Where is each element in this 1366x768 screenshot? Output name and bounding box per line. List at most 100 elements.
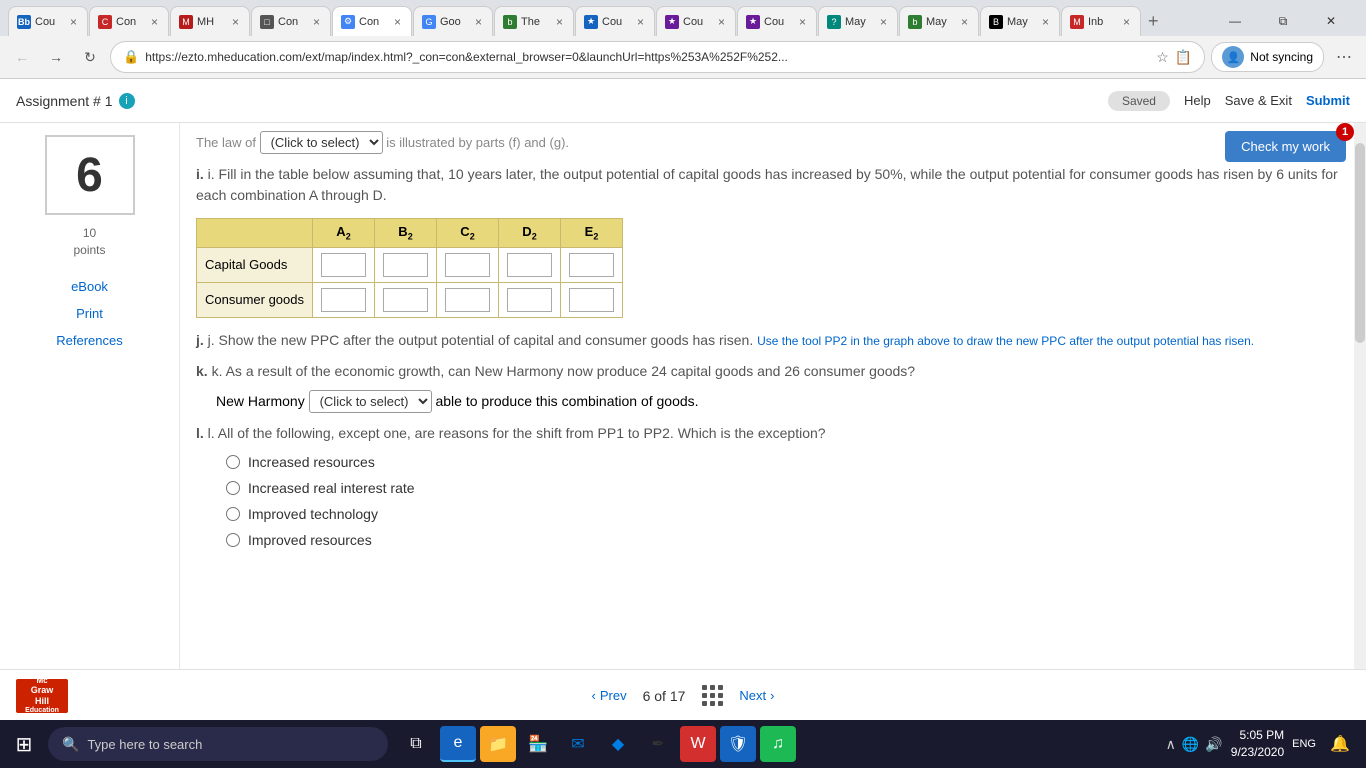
next-button[interactable]: Next ›: [739, 688, 774, 703]
part-k-content: k. As a result of the economic growth, c…: [212, 363, 916, 379]
prev-button[interactable]: ‹ Prev: [592, 688, 627, 703]
address-box[interactable]: 🔒 https://ezto.mheducation.com/ext/map/i…: [110, 41, 1205, 73]
task-view-button[interactable]: ⧉: [396, 724, 436, 764]
scrollbar-track[interactable]: [1354, 123, 1366, 669]
taskbar-search-bar[interactable]: 🔍 Type here to search: [48, 727, 388, 761]
tab-bb[interactable]: Bb Cou ×: [8, 6, 88, 36]
dropbox-taskbar-icon[interactable]: ◆: [600, 726, 636, 762]
security-taskbar-icon[interactable]: 🛡: [720, 726, 756, 762]
start-button[interactable]: ⊞: [0, 720, 48, 768]
edge-taskbar-icon[interactable]: e: [440, 726, 476, 762]
clock-date: 9/23/2020: [1231, 744, 1284, 761]
more-options-button[interactable]: ⋯: [1330, 43, 1358, 71]
back-button[interactable]: ←: [8, 43, 36, 71]
part-j-label: j.: [196, 332, 208, 348]
tab-mh[interactable]: M MH ×: [170, 6, 250, 36]
radio-input-1[interactable]: [226, 455, 240, 469]
input-con-c2[interactable]: [445, 288, 490, 312]
tab-close-con3[interactable]: ×: [392, 15, 403, 29]
radio-input-2[interactable]: [226, 481, 240, 495]
scrollbar-thumb[interactable]: [1355, 143, 1365, 343]
reload-button[interactable]: ↻: [76, 43, 104, 71]
info-icon[interactable]: i: [119, 93, 135, 109]
input-cap-e2[interactable]: [569, 253, 614, 277]
tab-close-may1[interactable]: ×: [878, 15, 889, 29]
tab-the[interactable]: b The ×: [494, 6, 574, 36]
tab-close-bb[interactable]: ×: [68, 15, 79, 29]
favorite-icon[interactable]: ☆: [1156, 49, 1169, 66]
tab-cou1[interactable]: ★ Cou ×: [575, 6, 655, 36]
maximize-button[interactable]: ⧉: [1260, 6, 1306, 36]
close-window-button[interactable]: ✕: [1308, 6, 1354, 36]
address-text: https://ezto.mheducation.com/ext/map/ind…: [145, 50, 1150, 64]
input-cap-d2[interactable]: [507, 253, 552, 277]
input-cap-b2[interactable]: [383, 253, 428, 277]
mail-icon: ✉: [571, 734, 584, 754]
app7-taskbar-icon[interactable]: ✒: [640, 726, 676, 762]
tab-close-con2[interactable]: ×: [311, 15, 322, 29]
system-clock[interactable]: 5:05 PM 9/23/2020: [1231, 727, 1284, 761]
help-button[interactable]: Help: [1184, 93, 1211, 108]
radio-item-3[interactable]: Improved technology: [226, 506, 1350, 522]
chevron-up-icon[interactable]: ∧: [1166, 736, 1176, 753]
input-con-a2[interactable]: [321, 288, 366, 312]
references-button[interactable]: References: [48, 329, 130, 352]
spotify-taskbar-icon[interactable]: ♫: [760, 726, 796, 762]
submit-button[interactable]: Submit: [1306, 93, 1350, 108]
input-cap-c2[interactable]: [445, 253, 490, 277]
table-cell-cap-d2: [499, 247, 561, 282]
tab-close-cou1[interactable]: ×: [635, 15, 646, 29]
prev-chevron: ‹: [592, 688, 596, 703]
check-work-button[interactable]: Check my work 1: [1225, 131, 1346, 162]
notification-button[interactable]: 🔔: [1324, 728, 1356, 760]
tab-close-may3[interactable]: ×: [1040, 15, 1051, 29]
file-explorer-taskbar-icon[interactable]: 📁: [480, 726, 516, 762]
tab-close-goo[interactable]: ×: [473, 15, 484, 29]
tab-con1[interactable]: C Con ×: [89, 6, 169, 36]
tab-close-cou2[interactable]: ×: [716, 15, 727, 29]
radio-input-3[interactable]: [226, 507, 240, 521]
radio-item-2[interactable]: Increased real interest rate: [226, 480, 1350, 496]
tab-close-may2[interactable]: ×: [959, 15, 970, 29]
tab-close-con1[interactable]: ×: [149, 15, 160, 29]
tab-close-mh[interactable]: ×: [230, 15, 241, 29]
table-cell-con-a2: [313, 282, 375, 317]
tab-cou2[interactable]: ★ Cou ×: [656, 6, 736, 36]
minimize-button[interactable]: —: [1212, 6, 1258, 36]
speaker-icon[interactable]: 🔊: [1205, 736, 1222, 753]
tab-may1[interactable]: ? May ×: [818, 6, 898, 36]
ebook-button[interactable]: eBook: [63, 275, 116, 298]
radio-item-1[interactable]: Increased resources: [226, 454, 1350, 470]
network-icon[interactable]: 🌐: [1182, 736, 1199, 753]
forward-button[interactable]: →: [42, 43, 70, 71]
tab-inb[interactable]: M Inb ×: [1061, 6, 1141, 36]
input-con-d2[interactable]: [507, 288, 552, 312]
radio-input-4[interactable]: [226, 533, 240, 547]
input-con-e2[interactable]: [569, 288, 614, 312]
tab-cou3[interactable]: ★ Cou ×: [737, 6, 817, 36]
law-dropdown[interactable]: (Click to select) Demand Supply: [260, 131, 383, 154]
print-button[interactable]: Print: [68, 302, 111, 325]
grid-nav-icon[interactable]: [701, 685, 723, 707]
mail-taskbar-icon[interactable]: ✉: [560, 726, 596, 762]
sync-button[interactable]: 👤 Not syncing: [1211, 42, 1324, 72]
radio-item-4[interactable]: Improved resources: [226, 532, 1350, 548]
tab-title-cou2: Cou: [683, 16, 712, 28]
part-i-label: i.: [196, 166, 208, 182]
tab-may2[interactable]: b May ×: [899, 6, 979, 36]
office-taskbar-icon[interactable]: W: [680, 726, 716, 762]
part-k-dropdown[interactable]: (Click to select) is is not: [309, 390, 432, 413]
tab-close-inb[interactable]: ×: [1121, 15, 1132, 29]
tab-close-the[interactable]: ×: [554, 15, 565, 29]
tab-con2[interactable]: □ Con ×: [251, 6, 331, 36]
input-con-b2[interactable]: [383, 288, 428, 312]
save-exit-button[interactable]: Save & Exit: [1225, 93, 1292, 108]
tab-close-cou3[interactable]: ×: [797, 15, 808, 29]
tab-con3[interactable]: ⚙ Con ×: [332, 6, 412, 36]
tab-goo[interactable]: G Goo ×: [413, 6, 493, 36]
collections-icon[interactable]: 📋: [1175, 49, 1192, 66]
input-cap-a2[interactable]: [321, 253, 366, 277]
store-taskbar-icon[interactable]: 🏪: [520, 726, 556, 762]
tab-may3[interactable]: B May ×: [980, 6, 1060, 36]
new-tab-button[interactable]: +: [1142, 6, 1165, 36]
